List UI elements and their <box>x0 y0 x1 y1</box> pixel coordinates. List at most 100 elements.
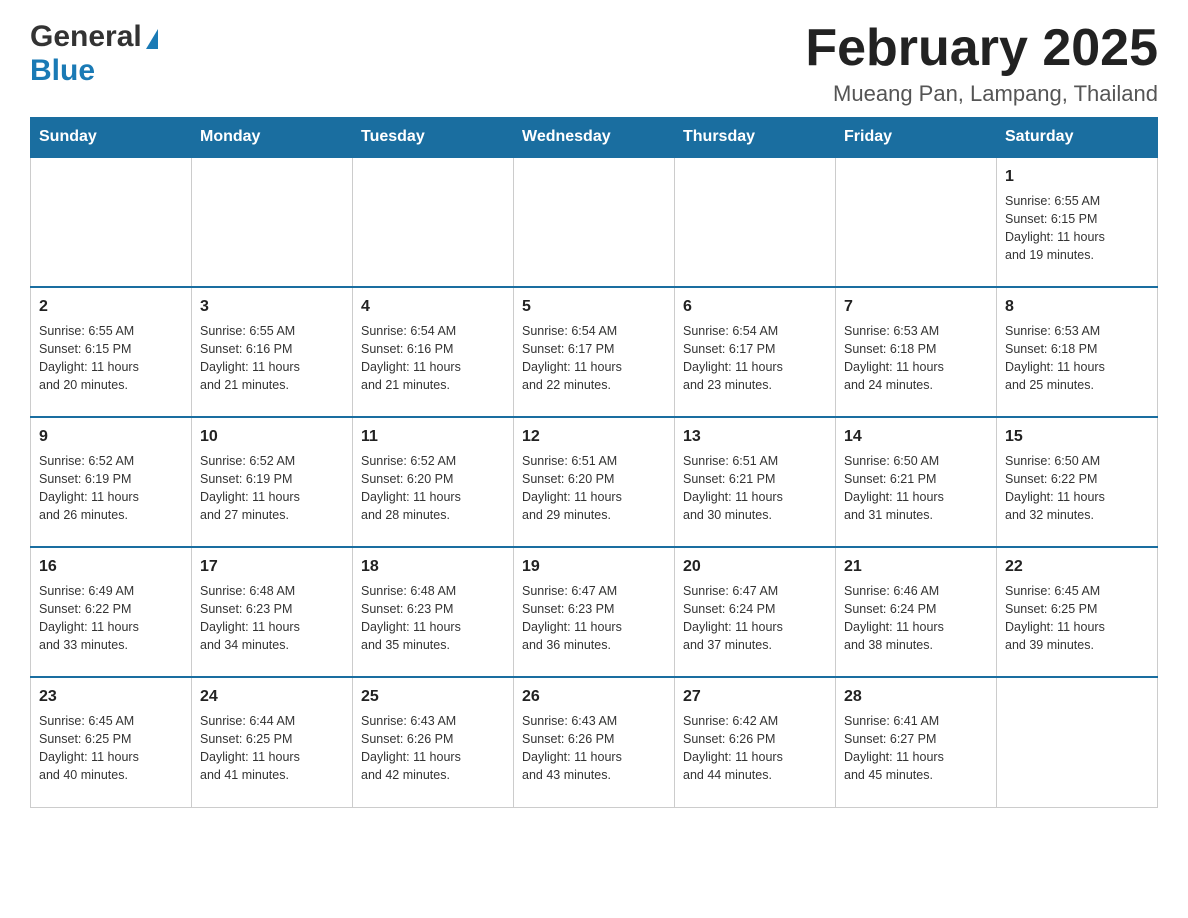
day-info: Sunrise: 6:55 AMSunset: 6:16 PMDaylight:… <box>200 322 344 395</box>
calendar-day-cell: 22Sunrise: 6:45 AMSunset: 6:25 PMDayligh… <box>997 547 1158 677</box>
title-block: February 2025 Mueang Pan, Lampang, Thail… <box>805 20 1158 107</box>
day-number: 8 <box>1005 296 1149 318</box>
calendar-body: 1 Sunrise: 6:55 AMSunset: 6:15 PMDaylight… <box>31 157 1158 807</box>
calendar-day-cell <box>31 157 192 287</box>
calendar-day-cell: 24 Sunrise: 6:44 AMSunset: 6:25 PMDayligh… <box>192 677 353 807</box>
day-info: Sunrise: 6:45 AMSunset: 6:25 PMDaylight:… <box>39 712 183 785</box>
day-number: 1 <box>1005 166 1149 188</box>
calendar-day-cell: 20 Sunrise: 6:47 AMSunset: 6:24 PMDayligh… <box>675 547 836 677</box>
page-header: General Blue February 2025 Mueang Pan, L… <box>30 20 1158 107</box>
day-info: Sunrise: 6:44 AMSunset: 6:25 PMDaylight:… <box>200 712 344 785</box>
weekday-thursday: Thursday <box>675 118 836 158</box>
day-number: 25 <box>361 686 505 708</box>
calendar-day-cell: 15 Sunrise: 6:50 AMSunset: 6:22 PMDayligh… <box>997 417 1158 547</box>
day-number: 14 <box>844 426 988 448</box>
day-info: Sunrise: 6:48 AMSunset: 6:23 PMDaylight:… <box>200 582 344 655</box>
day-info: Sunrise: 6:48 AMSunset: 6:23 PMDaylight:… <box>361 582 505 655</box>
day-number: 20 <box>683 556 827 578</box>
day-number: 10 <box>200 426 344 448</box>
logo-triangle-icon <box>146 29 158 49</box>
day-number: 28 <box>844 686 988 708</box>
calendar-week-row: 2 Sunrise: 6:55 AMSunset: 6:15 PMDaylight… <box>31 287 1158 417</box>
weekday-monday: Monday <box>192 118 353 158</box>
calendar-day-cell <box>192 157 353 287</box>
calendar-day-cell: 6 Sunrise: 6:54 AMSunset: 6:17 PMDaylight… <box>675 287 836 417</box>
calendar-day-cell: 14 Sunrise: 6:50 AMSunset: 6:21 PMDayligh… <box>836 417 997 547</box>
calendar-day-cell: 25 Sunrise: 6:43 AMSunset: 6:26 PMDayligh… <box>353 677 514 807</box>
day-info: Sunrise: 6:47 AMSunset: 6:24 PMDaylight:… <box>683 582 827 655</box>
day-number: 11 <box>361 426 505 448</box>
day-number: 2 <box>39 296 183 318</box>
day-info: Sunrise: 6:53 AMSunset: 6:18 PMDaylight:… <box>1005 322 1149 395</box>
day-info: Sunrise: 6:50 AMSunset: 6:22 PMDaylight:… <box>1005 452 1149 525</box>
location-subtitle: Mueang Pan, Lampang, Thailand <box>805 81 1158 107</box>
month-title: February 2025 <box>805 20 1158 77</box>
day-number: 18 <box>361 556 505 578</box>
calendar-day-cell: 11 Sunrise: 6:52 AMSunset: 6:20 PMDayligh… <box>353 417 514 547</box>
day-info: Sunrise: 6:49 AMSunset: 6:22 PMDaylight:… <box>39 582 183 655</box>
calendar-day-cell: 27Sunrise: 6:42 AMSunset: 6:26 PMDayligh… <box>675 677 836 807</box>
day-info: Sunrise: 6:54 AMSunset: 6:17 PMDaylight:… <box>683 322 827 395</box>
logo: General Blue <box>30 20 158 88</box>
day-info: Sunrise: 6:52 AMSunset: 6:20 PMDaylight:… <box>361 452 505 525</box>
day-number: 16 <box>39 556 183 578</box>
calendar-day-cell: 16 Sunrise: 6:49 AMSunset: 6:22 PMDayligh… <box>31 547 192 677</box>
calendar-day-cell: 5Sunrise: 6:54 AMSunset: 6:17 PMDaylight… <box>514 287 675 417</box>
day-number: 15 <box>1005 426 1149 448</box>
weekday-header-row: SundayMondayTuesdayWednesdayThursdayFrid… <box>31 118 1158 158</box>
calendar-day-cell: 1 Sunrise: 6:55 AMSunset: 6:15 PMDaylight… <box>997 157 1158 287</box>
calendar-day-cell: 23Sunrise: 6:45 AMSunset: 6:25 PMDayligh… <box>31 677 192 807</box>
calendar-day-cell <box>675 157 836 287</box>
day-info: Sunrise: 6:55 AMSunset: 6:15 PMDaylight:… <box>1005 192 1149 265</box>
day-info: Sunrise: 6:52 AMSunset: 6:19 PMDaylight:… <box>200 452 344 525</box>
day-number: 17 <box>200 556 344 578</box>
logo-general-text: General <box>30 20 142 54</box>
day-number: 24 <box>200 686 344 708</box>
calendar-day-cell: 7 Sunrise: 6:53 AMSunset: 6:18 PMDaylight… <box>836 287 997 417</box>
day-info: Sunrise: 6:51 AMSunset: 6:21 PMDaylight:… <box>683 452 827 525</box>
day-number: 26 <box>522 686 666 708</box>
day-info: Sunrise: 6:53 AMSunset: 6:18 PMDaylight:… <box>844 322 988 395</box>
day-info: Sunrise: 6:42 AMSunset: 6:26 PMDaylight:… <box>683 712 827 785</box>
calendar-day-cell <box>997 677 1158 807</box>
day-info: Sunrise: 6:54 AMSunset: 6:17 PMDaylight:… <box>522 322 666 395</box>
day-info: Sunrise: 6:41 AMSunset: 6:27 PMDaylight:… <box>844 712 988 785</box>
day-info: Sunrise: 6:43 AMSunset: 6:26 PMDaylight:… <box>361 712 505 785</box>
weekday-sunday: Sunday <box>31 118 192 158</box>
calendar-day-cell <box>514 157 675 287</box>
calendar-day-cell: 12 Sunrise: 6:51 AMSunset: 6:20 PMDayligh… <box>514 417 675 547</box>
calendar-day-cell: 10 Sunrise: 6:52 AMSunset: 6:19 PMDayligh… <box>192 417 353 547</box>
day-info: Sunrise: 6:50 AMSunset: 6:21 PMDaylight:… <box>844 452 988 525</box>
weekday-saturday: Saturday <box>997 118 1158 158</box>
calendar-day-cell: 17 Sunrise: 6:48 AMSunset: 6:23 PMDayligh… <box>192 547 353 677</box>
calendar-week-row: 1 Sunrise: 6:55 AMSunset: 6:15 PMDaylight… <box>31 157 1158 287</box>
calendar-day-cell: 2 Sunrise: 6:55 AMSunset: 6:15 PMDaylight… <box>31 287 192 417</box>
calendar-day-cell: 8 Sunrise: 6:53 AMSunset: 6:18 PMDaylight… <box>997 287 1158 417</box>
day-number: 12 <box>522 426 666 448</box>
day-number: 3 <box>200 296 344 318</box>
day-number: 4 <box>361 296 505 318</box>
day-info: Sunrise: 6:55 AMSunset: 6:15 PMDaylight:… <box>39 322 183 395</box>
day-number: 13 <box>683 426 827 448</box>
day-info: Sunrise: 6:51 AMSunset: 6:20 PMDaylight:… <box>522 452 666 525</box>
calendar-header: SundayMondayTuesdayWednesdayThursdayFrid… <box>31 118 1158 158</box>
day-info: Sunrise: 6:54 AMSunset: 6:16 PMDaylight:… <box>361 322 505 395</box>
calendar-day-cell: 19 Sunrise: 6:47 AMSunset: 6:23 PMDayligh… <box>514 547 675 677</box>
weekday-wednesday: Wednesday <box>514 118 675 158</box>
day-number: 6 <box>683 296 827 318</box>
day-number: 22 <box>1005 556 1149 578</box>
day-number: 19 <box>522 556 666 578</box>
calendar-day-cell: 26 Sunrise: 6:43 AMSunset: 6:26 PMDayligh… <box>514 677 675 807</box>
calendar-day-cell: 4 Sunrise: 6:54 AMSunset: 6:16 PMDaylight… <box>353 287 514 417</box>
day-info: Sunrise: 6:43 AMSunset: 6:26 PMDaylight:… <box>522 712 666 785</box>
day-info: Sunrise: 6:47 AMSunset: 6:23 PMDaylight:… <box>522 582 666 655</box>
day-number: 21 <box>844 556 988 578</box>
calendar-table: SundayMondayTuesdayWednesdayThursdayFrid… <box>30 117 1158 808</box>
logo-blue-text: Blue <box>30 54 95 87</box>
calendar-day-cell: 13 Sunrise: 6:51 AMSunset: 6:21 PMDayligh… <box>675 417 836 547</box>
calendar-day-cell: 28 Sunrise: 6:41 AMSunset: 6:27 PMDayligh… <box>836 677 997 807</box>
calendar-week-row: 16 Sunrise: 6:49 AMSunset: 6:22 PMDayligh… <box>31 547 1158 677</box>
day-number: 7 <box>844 296 988 318</box>
calendar-day-cell: 18 Sunrise: 6:48 AMSunset: 6:23 PMDayligh… <box>353 547 514 677</box>
calendar-week-row: 23Sunrise: 6:45 AMSunset: 6:25 PMDayligh… <box>31 677 1158 807</box>
